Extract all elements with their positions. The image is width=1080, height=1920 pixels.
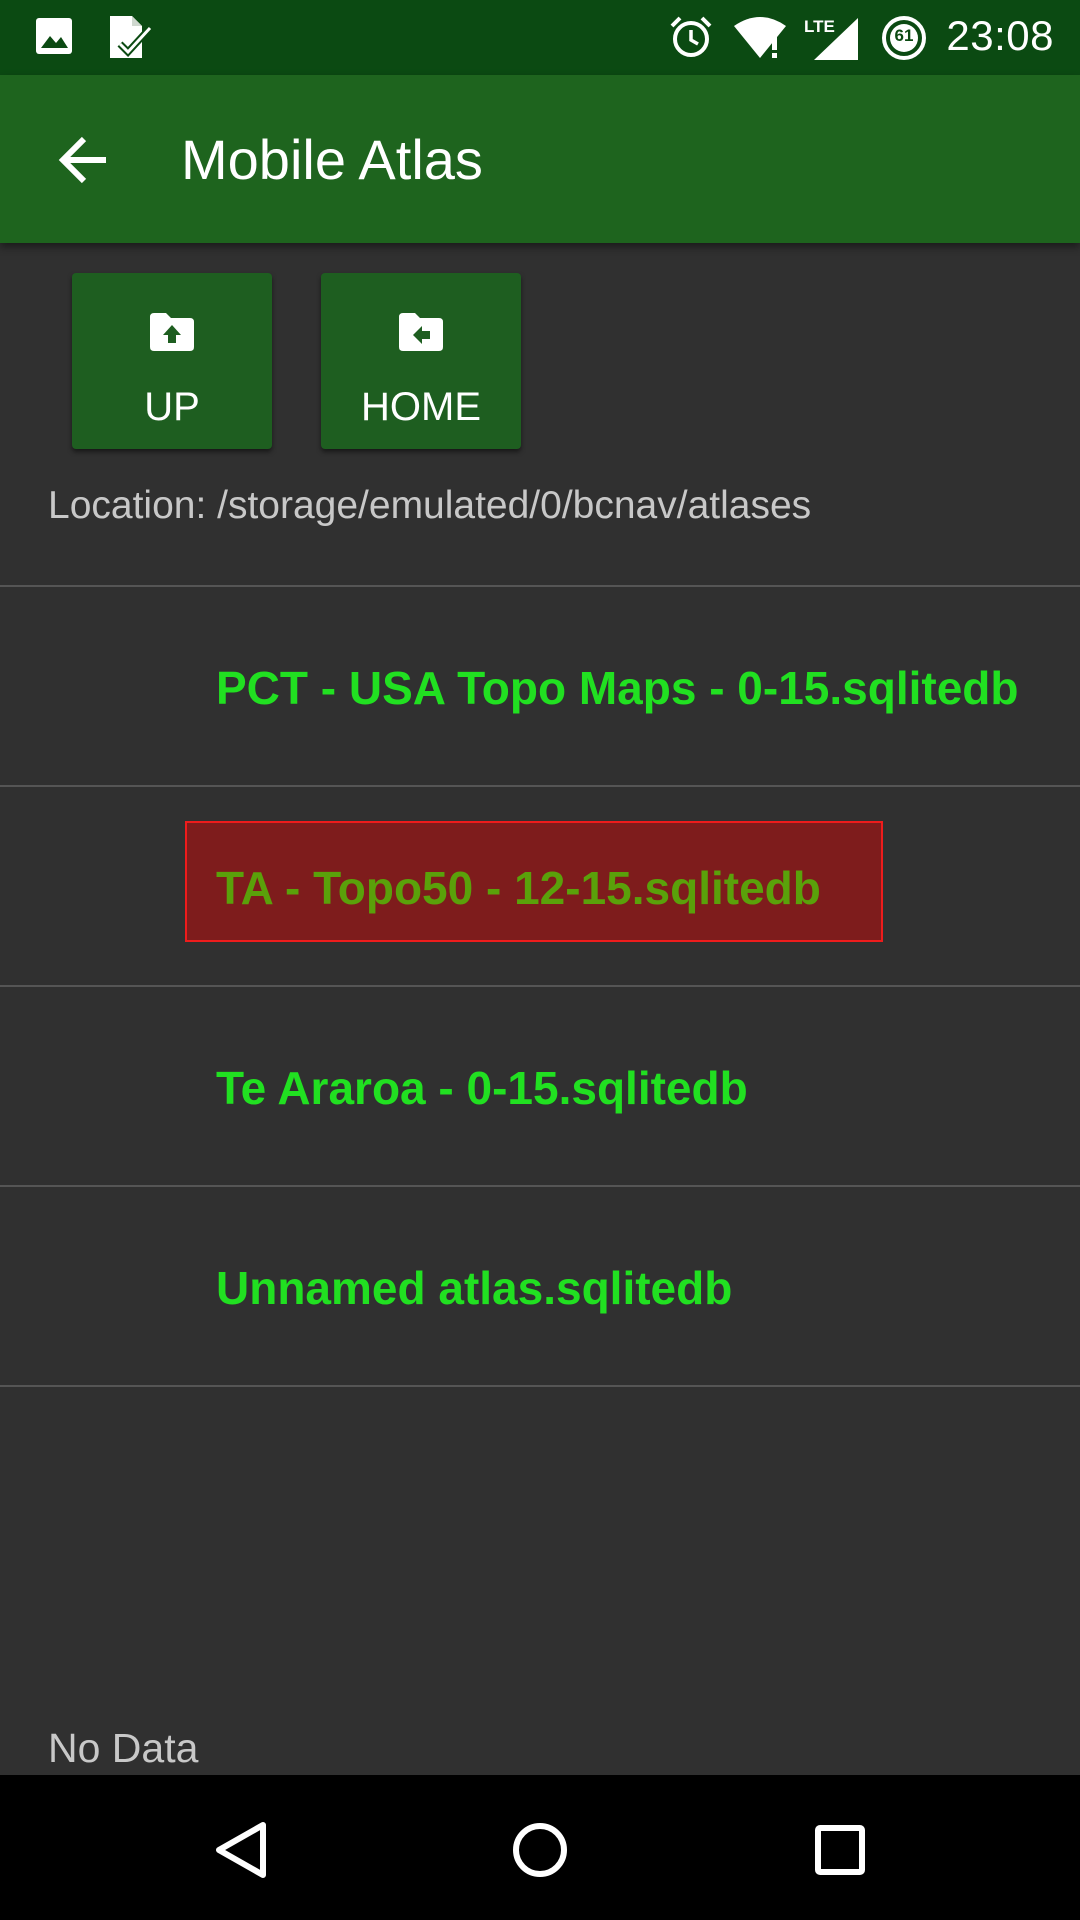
home-circle-icon[interactable] xyxy=(495,1805,585,1895)
back-triangle-icon[interactable] xyxy=(195,1805,285,1895)
file-name: TA - Topo50 - 12-15.sqlitedb xyxy=(216,862,821,914)
file-name: PCT - USA Topo Maps - 0-15.sqlitedb xyxy=(216,662,1019,714)
page-title: Mobile Atlas xyxy=(181,128,483,191)
file-item[interactable]: PCT - USA Topo Maps - 0-15.sqlitedb xyxy=(0,587,1080,785)
location-path: Location: /storage/emulated/0/bcnav/atla… xyxy=(48,484,812,527)
file-item-selected[interactable]: TA - Topo50 - 12-15.sqlitedb xyxy=(0,787,1080,985)
system-nav-bar xyxy=(0,1775,1080,1920)
back-button[interactable] xyxy=(50,125,120,195)
arrow-back-icon xyxy=(58,136,106,184)
status-text: No Data xyxy=(48,1725,199,1771)
app-bar: Mobile Atlas xyxy=(0,75,1080,243)
home-button-label: HOME xyxy=(361,385,481,429)
file-name: Te Araroa - 0-15.sqlitedb xyxy=(216,1062,748,1114)
alarm-icon xyxy=(668,14,714,65)
file-item[interactable]: Te Araroa - 0-15.sqlitedb xyxy=(0,987,1080,1185)
task-check-icon xyxy=(106,14,153,65)
image-icon xyxy=(34,14,74,63)
recents-square-icon[interactable] xyxy=(795,1805,885,1895)
home-button[interactable]: HOME xyxy=(321,273,521,449)
lte-signal-icon: LTE xyxy=(802,14,860,69)
svg-text:LTE: LTE xyxy=(804,17,835,36)
folder-home-icon xyxy=(397,311,445,358)
file-name: Unnamed atlas.sqlitedb xyxy=(216,1262,733,1314)
folder-upload-icon xyxy=(148,311,196,358)
battery-level: 61 xyxy=(894,26,914,45)
up-button-label: UP xyxy=(144,385,200,429)
file-item[interactable]: Unnamed atlas.sqlitedb xyxy=(0,1187,1080,1385)
divider xyxy=(0,1385,1080,1387)
up-button[interactable]: UP xyxy=(72,273,272,449)
wifi-alert-icon xyxy=(732,14,790,65)
status-bar: LTE 61 23:08 xyxy=(0,0,1080,75)
status-time: 23:08 xyxy=(946,12,1054,59)
